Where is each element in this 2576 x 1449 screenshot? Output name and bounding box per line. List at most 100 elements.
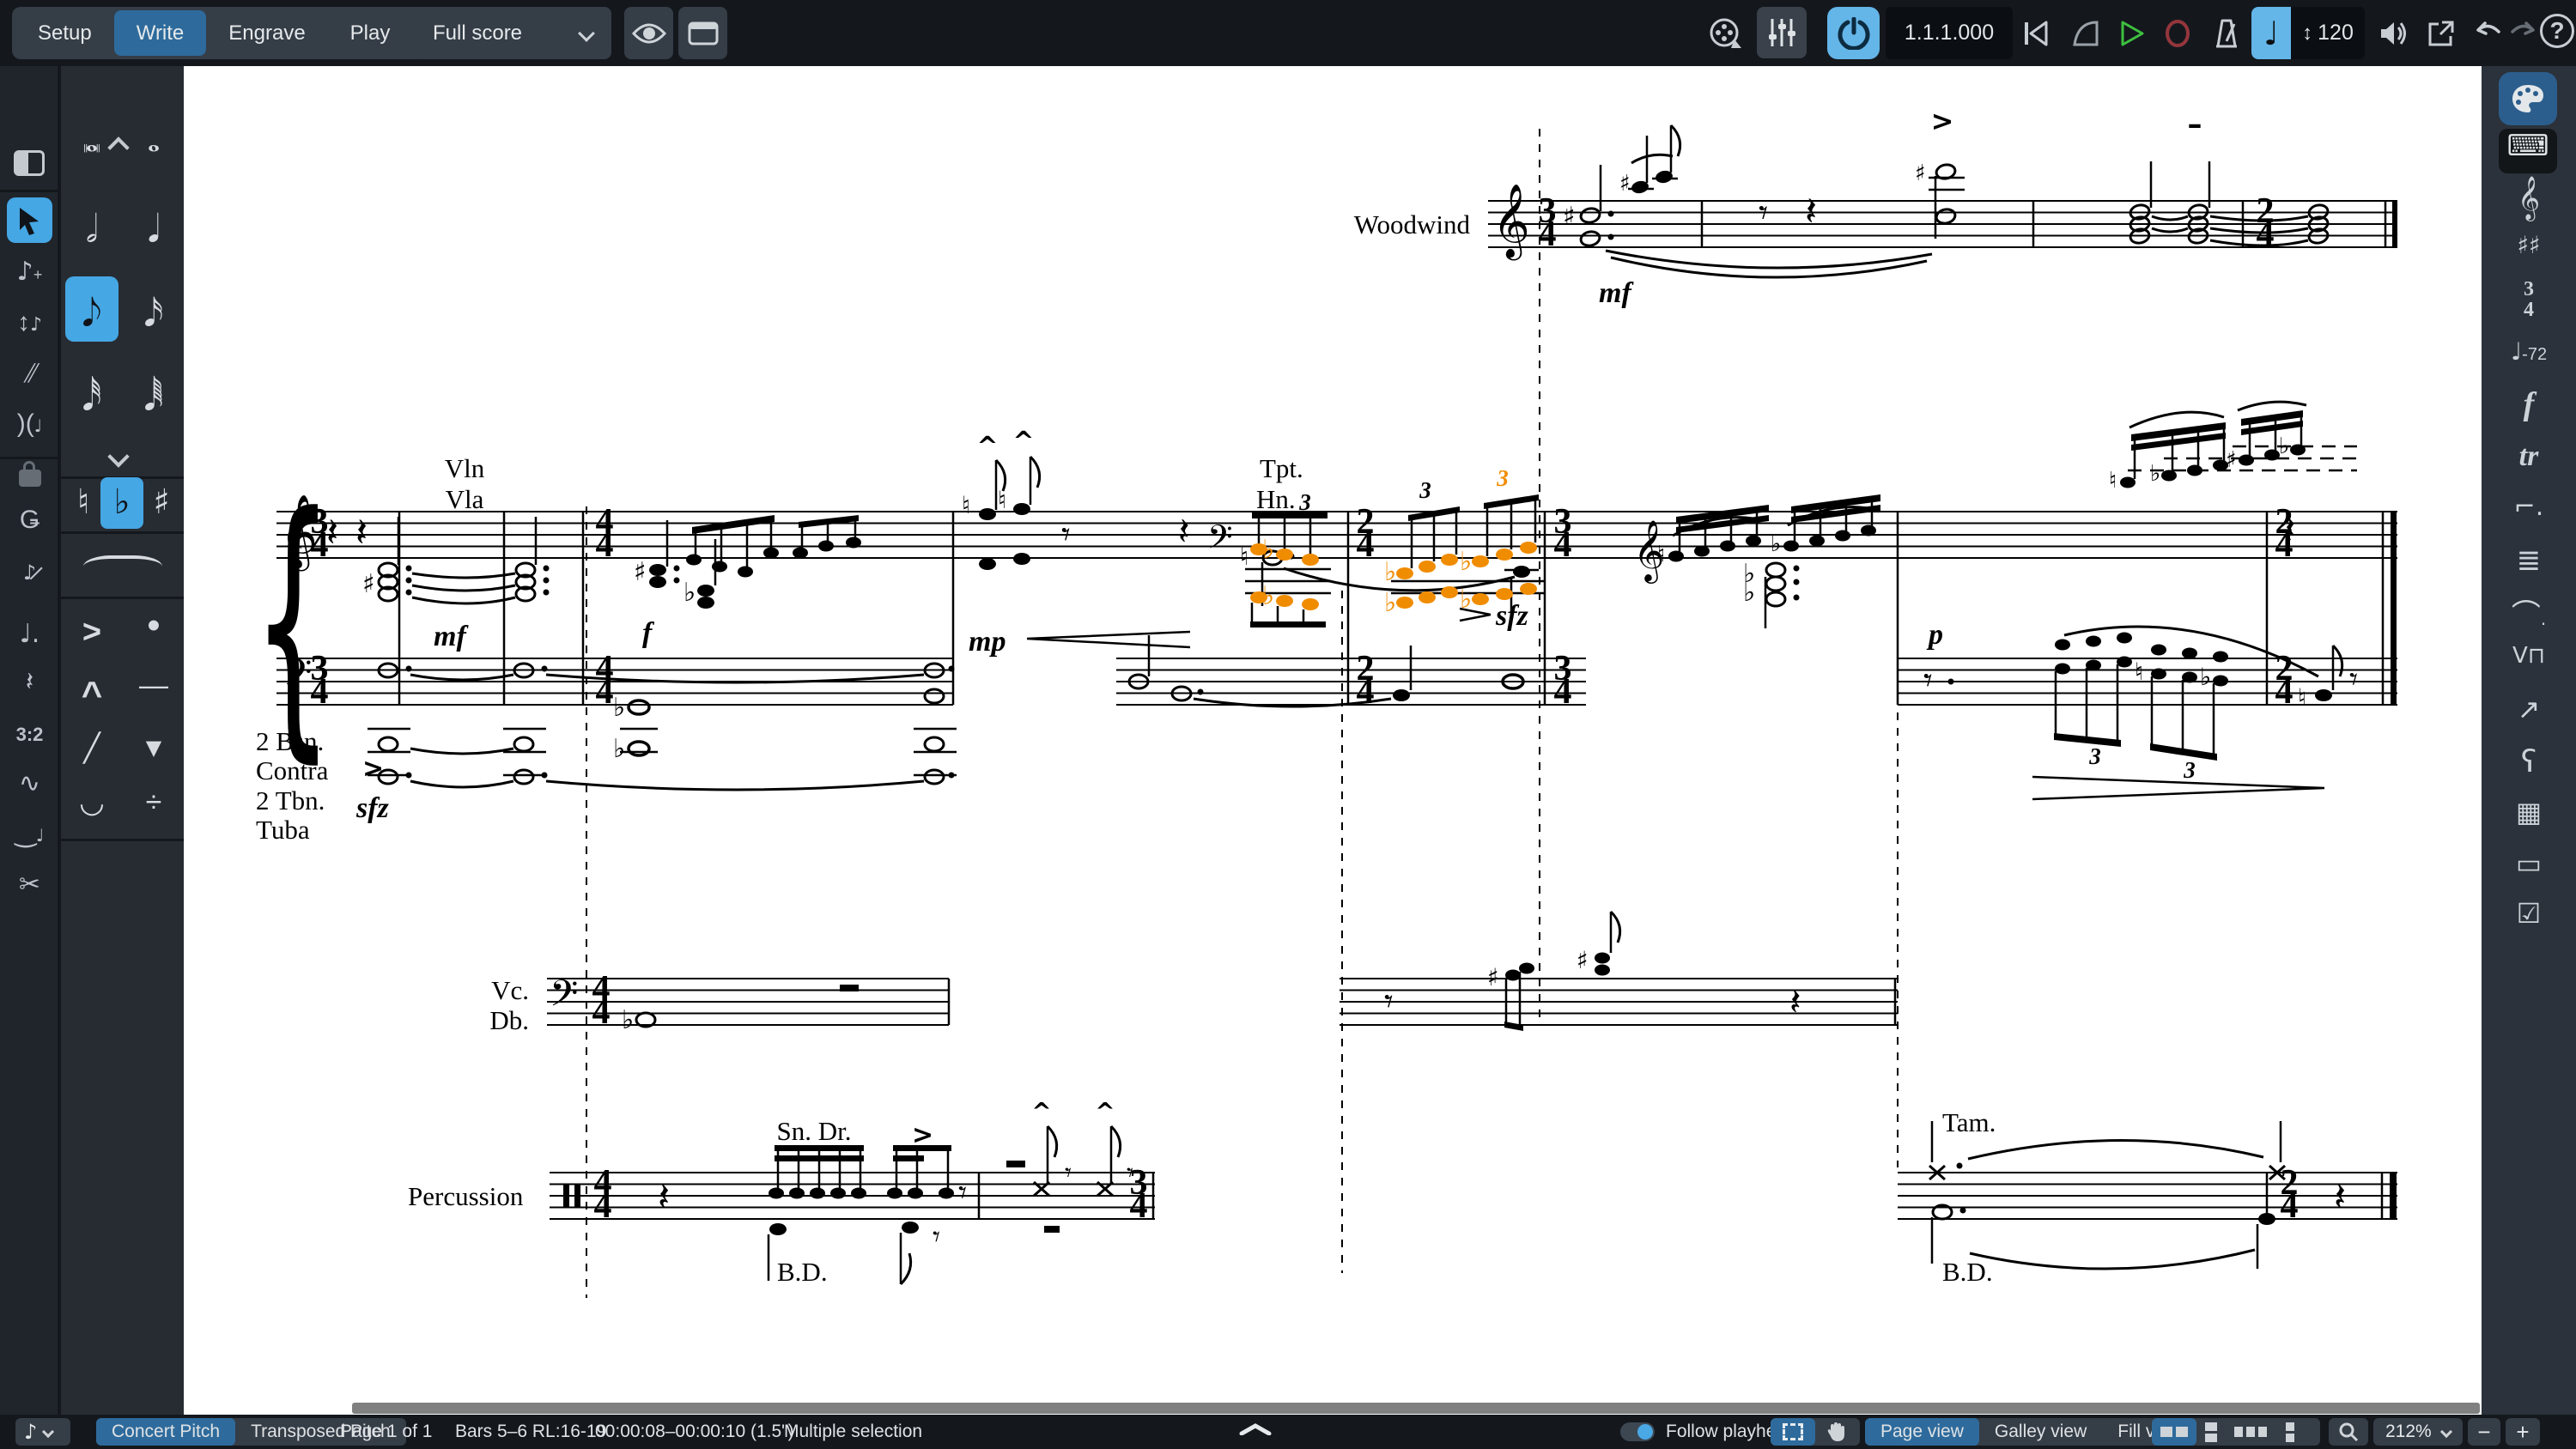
panel-lines-button[interactable]: ↗	[2482, 693, 2576, 725]
vc-db-notes[interactable]: ♭ 𝄾 ♯ ♯ 𝄽	[622, 912, 1801, 1035]
undo-button[interactable]	[2470, 17, 2504, 50]
play-button[interactable]	[2115, 17, 2149, 50]
pages-horizontal-button[interactable]	[2226, 1418, 2275, 1446]
accidental-sharp[interactable]: ♯	[153, 482, 169, 522]
duration-thirtysecond[interactable]: 𝅘𝅥𝅰	[82, 376, 102, 420]
video-button[interactable]	[1707, 15, 1745, 53]
panel-tempo-button[interactable]: ♩-72	[2482, 337, 2576, 366]
score-page[interactable]: { 𝄞 𝄞 𝄢 𝄢 𝄞 𝄢 34 24 34 34 44 44 24 24 34…	[184, 66, 2482, 1415]
insert-mode-button[interactable]: Ǥ	[0, 506, 59, 535]
playhead-position-display[interactable]: 1.1.1.000	[1886, 7, 2013, 59]
articulation-wedge[interactable]: ╱	[83, 731, 100, 764]
percussion-notes[interactable]: 𝄽 > 𝄾 𝄾 ^ ^ 𝄾 𝄾	[658, 1097, 1133, 1284]
note-input-button[interactable]: ♪+	[0, 257, 59, 287]
articulation-staccato[interactable]: •	[147, 604, 160, 647]
panel-keyboard-button[interactable]: ⌨	[2499, 129, 2557, 173]
rhythm-dot-button[interactable]: ♩.	[0, 619, 59, 649]
spreads-vertical-button[interactable]	[2196, 1418, 2226, 1446]
duration-whole[interactable]: 𝅝	[148, 124, 160, 160]
articulation-staccatissimo[interactable]: ▼	[146, 736, 161, 760]
help-button[interactable]: ?	[2540, 14, 2574, 48]
articulation-marcato[interactable]: ^	[82, 674, 103, 715]
main-treble-high-run[interactable]: ♮ ♭ ♯ ♭	[2109, 402, 2357, 494]
play-from-selection-button[interactable]	[2069, 17, 2104, 50]
tab-write[interactable]: Write	[114, 10, 207, 56]
follow-playhead-toggle[interactable]	[1620, 1422, 1655, 1441]
tab-engrave[interactable]: Engrave	[206, 10, 327, 56]
tab-setup[interactable]: Setup	[15, 10, 114, 56]
duration-eighth[interactable]: 𝅘𝅥𝅮	[82, 292, 102, 336]
pitch-transform-button[interactable]: ↕♪	[0, 308, 59, 337]
zoom-search-button[interactable]	[2329, 1418, 2368, 1446]
volume-button[interactable]	[2375, 17, 2411, 50]
scissors-button[interactable]: ✂	[0, 870, 59, 900]
mixer-button[interactable]	[1757, 7, 1807, 58]
grace-notes-button[interactable]: ♪̷	[0, 557, 59, 586]
rests-button[interactable]: 𝄽	[0, 667, 59, 697]
metronome-click-button[interactable]	[2207, 15, 2243, 52]
time-signatures[interactable]: 34 24 34 34 44 44 24 24 34 34 24 24 44 4…	[311, 191, 2299, 1226]
duration-sixtyfourth[interactable]: 𝅘𝅥𝅱	[144, 376, 164, 420]
accidental-natural[interactable]: ♮	[77, 482, 89, 522]
articulation-accent[interactable]: >	[82, 615, 101, 652]
redo-button[interactable]	[2507, 17, 2542, 50]
shorter-durations-chevron[interactable]	[107, 446, 129, 467]
accidental-flat[interactable]: ♭	[114, 482, 131, 522]
panel-clefs-button[interactable]: 𝄞	[2482, 176, 2576, 220]
articulation-tenuto-staccato[interactable]: ÷	[146, 786, 162, 820]
panel-comments-button[interactable]: ▭	[2482, 847, 2576, 880]
page-view-button[interactable]: Page view	[1865, 1418, 1979, 1446]
layout-select[interactable]: Full score	[414, 7, 611, 59]
longer-durations-chevron[interactable]	[107, 136, 129, 158]
panel-playing-techniques-button[interactable]: ʕ	[2482, 744, 2576, 779]
duration-breve[interactable]: 𝅜	[83, 124, 100, 160]
duration-sixteenth[interactable]: 𝅘𝅥𝅯	[144, 292, 164, 336]
panel-key-signatures-button[interactable]: ♯♯	[2482, 231, 2576, 259]
zoom-in-button[interactable]: +	[2506, 1418, 2540, 1446]
panel-ornaments-button[interactable]: tr	[2482, 440, 2576, 473]
zoom-level-select[interactable]: 212%	[2373, 1418, 2463, 1446]
hide-invisibles-button[interactable]	[624, 7, 673, 59]
panel-toggle-icon[interactable]	[14, 150, 45, 176]
hand-tool-button[interactable]	[1815, 1418, 1858, 1446]
select-tool-button[interactable]	[7, 197, 52, 243]
articulation-lv[interactable]: ◡	[79, 785, 105, 820]
tuplets-button[interactable]: 3:2	[0, 724, 59, 746]
slur-button[interactable]	[83, 555, 162, 578]
concert-pitch-button[interactable]: Concert Pitch	[96, 1418, 235, 1446]
duration-quarter[interactable]: 𝅘𝅥	[148, 208, 160, 252]
lock-icon[interactable]	[19, 470, 41, 487]
panel-bowing-button[interactable]: V⊓	[2482, 643, 2576, 669]
spreads-horizontal-button[interactable]	[2152, 1418, 2196, 1446]
galley-view-button[interactable]: Galley view	[1979, 1418, 2102, 1446]
woodwind-notes[interactable]: ♯ ♯ 𝄾 𝄽 > ♯ –	[1563, 105, 2329, 277]
dynamics[interactable]: mf mf f mp sfz > sfz p	[355, 277, 2324, 824]
activate-project-button[interactable]	[1827, 7, 1880, 59]
zoom-out-button[interactable]: −	[2468, 1418, 2500, 1446]
export-button[interactable]	[2423, 17, 2459, 50]
tempo-display[interactable]: ↕ 120	[2291, 7, 2365, 59]
marquee-tool-button[interactable]	[1771, 1418, 1815, 1446]
ornaments-button[interactable]: ∿	[0, 768, 59, 798]
panel-repeats-button[interactable]: ⌐.	[2482, 492, 2576, 522]
ties-button[interactable]: ‿♩	[0, 818, 59, 848]
tab-play[interactable]: Play	[328, 10, 413, 56]
panel-dynamics-button[interactable]: f	[2482, 385, 2576, 423]
panel-holds-button[interactable]: ⌒.	[2482, 591, 2576, 634]
duration-half[interactable]: 𝅗𝅥	[86, 208, 98, 252]
voices-button[interactable]: )(♩	[0, 409, 59, 439]
horizontal-scrollbar[interactable]	[352, 1403, 2480, 1414]
panel-video-button[interactable]: ▦	[2482, 796, 2576, 828]
note-display-menu[interactable]: ♪	[15, 1418, 70, 1446]
record-button[interactable]	[2160, 17, 2195, 50]
panel-time-signatures-button[interactable]: 34	[2482, 279, 2576, 320]
rewind-button[interactable]	[2020, 17, 2054, 50]
pages-vertical-button[interactable]	[2275, 1418, 2305, 1446]
panel-bars-button[interactable]: ≣	[2482, 543, 2576, 578]
panel-checklist-button[interactable]: ☑	[2482, 897, 2576, 930]
collapse-handle-icon[interactable]	[1236, 1423, 1274, 1435]
panels-button[interactable]	[678, 7, 727, 59]
panel-notations-button[interactable]	[2499, 72, 2557, 125]
tempo-mode-button[interactable]: ♩	[2251, 7, 2291, 59]
tremolo-button[interactable]: ⫽	[0, 360, 59, 389]
